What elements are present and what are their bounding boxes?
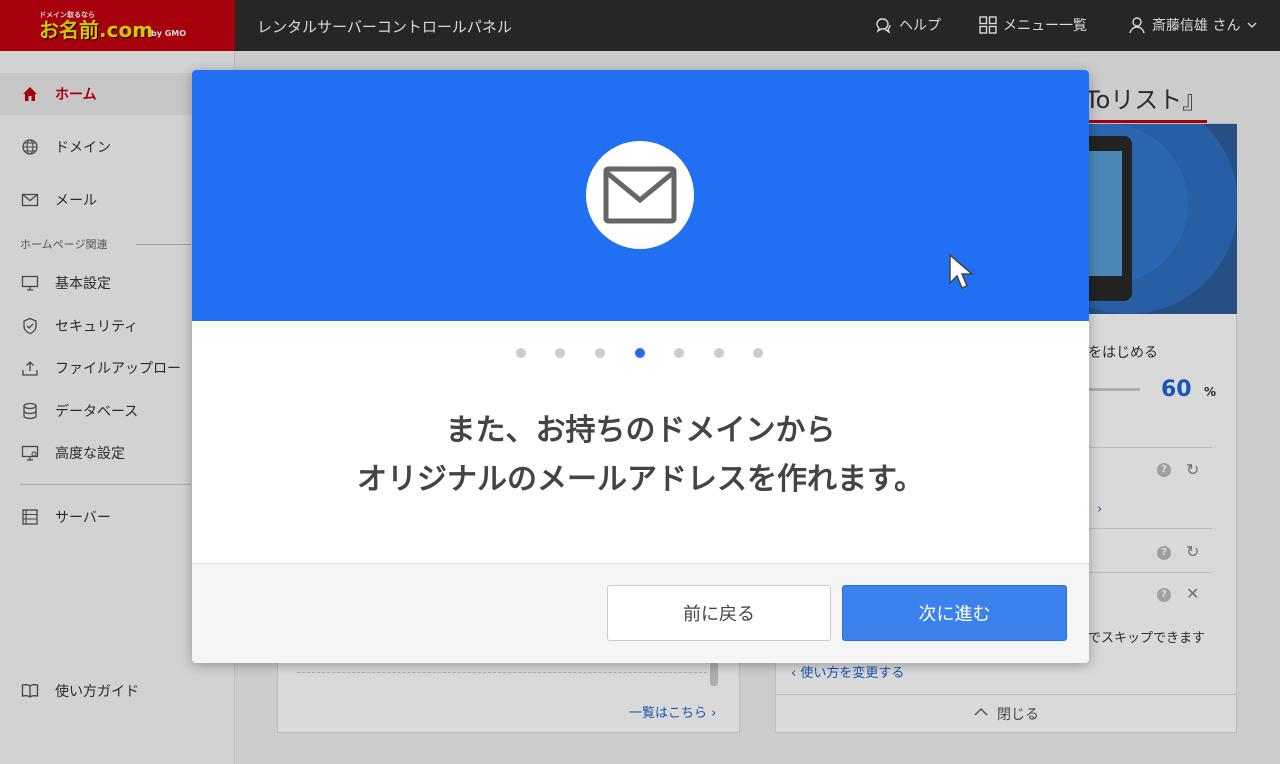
grid-icon (979, 16, 997, 34)
change-usage-link[interactable]: ‹ 使い方を変更する (791, 662, 904, 681)
sidebar-item-label: メール (55, 193, 97, 209)
sidebar-item-label: ドメイン (55, 140, 111, 156)
close-label: 閉じる (997, 707, 1039, 723)
undo-icon[interactable]: ↻ (1186, 542, 1199, 561)
todo-title: Toリスト』 (1085, 86, 1207, 114)
chat-icon (875, 16, 893, 34)
divider (20, 484, 191, 485)
scrollbar[interactable] (710, 662, 718, 686)
shield-icon (20, 316, 40, 336)
help-icon[interactable]: ? (1157, 588, 1171, 602)
step-dot[interactable] (753, 348, 763, 358)
user-menu[interactable]: 斎藤信雄 さん (1128, 15, 1258, 35)
help-link[interactable]: ヘルプ (875, 15, 941, 35)
sidebar-group-label: ホームページ関連 (20, 238, 108, 251)
server-icon (20, 507, 40, 527)
step-dot[interactable] (595, 348, 605, 358)
modal-message: また、お持ちのドメインから オリジナルのメールアドレスを作れます。 (192, 406, 1089, 504)
mail-icon (586, 141, 694, 249)
monitor-icon (20, 273, 40, 293)
sidebar-item-label: サーバー (55, 510, 111, 526)
close-icon[interactable]: ✕ (1186, 584, 1199, 603)
monitor-gear-icon (20, 443, 40, 463)
step-dot-active[interactable] (635, 348, 645, 358)
progress-unit: % (1204, 385, 1217, 399)
logo-brand: お名前.com (39, 18, 154, 42)
user-name: 斎藤信雄 さん (1152, 18, 1241, 34)
sidebar-item-label: データベース (55, 404, 139, 420)
divider (1088, 528, 1212, 529)
sidebar-item-label: ファイルアップロー (55, 361, 181, 377)
message-line-2: オリジナルのメールアドレスを作れます。 (357, 462, 924, 497)
database-icon (20, 401, 40, 421)
step-dot[interactable] (555, 348, 565, 358)
todo-start-text: をはじめる (1088, 345, 1158, 361)
progress-value: 60 (1161, 377, 1192, 402)
view-all-link[interactable]: 一覧はこちら › (629, 702, 716, 721)
divider (1088, 447, 1212, 448)
upload-icon (20, 358, 40, 378)
back-button[interactable]: 前に戻る (607, 585, 831, 641)
help-label: ヘルプ (899, 18, 941, 34)
step-dot[interactable] (674, 348, 684, 358)
skip-text: でスキップできます (1088, 631, 1206, 646)
progress-bar (1088, 388, 1140, 391)
book-icon (20, 681, 40, 701)
sidebar-item-label: 使い方ガイド (55, 684, 139, 700)
logo-suffix: by GMO (151, 29, 187, 38)
divider (297, 672, 707, 673)
mail-icon (20, 190, 40, 210)
sidebar-item-guide[interactable]: 使い方ガイド (20, 681, 139, 701)
divider (136, 244, 191, 245)
message-line-1: また、お持ちのドメインから (445, 413, 836, 448)
menu-list-link[interactable]: メニュー一覧 (979, 15, 1087, 35)
help-icon[interactable]: ? (1157, 463, 1171, 477)
app-title: レンタルサーバーコントロールパネル (257, 18, 512, 36)
home-icon (20, 84, 40, 104)
modal-footer: 前に戻る 次に進む (192, 563, 1089, 663)
sidebar-item-label: 基本設定 (55, 276, 111, 292)
help-icon[interactable]: ? (1157, 546, 1171, 560)
top-bar: ドメイン取るなら お名前.com by GMO レンタルサーバーコントロールパネ… (0, 0, 1280, 51)
todo-link[interactable]: › (1097, 502, 1102, 517)
logo-box: ドメイン取るなら お名前.com by GMO (35, 9, 195, 43)
cursor-icon (948, 253, 978, 295)
tutorial-modal: また、お持ちのドメインから オリジナルのメールアドレスを作れます。 前に戻る 次… (192, 70, 1089, 663)
brand-logo[interactable]: ドメイン取るなら お名前.com by GMO (0, 0, 235, 51)
step-dot[interactable] (714, 348, 724, 358)
next-button[interactable]: 次に進む (842, 585, 1067, 641)
user-icon (1128, 16, 1146, 34)
step-dot[interactable] (516, 348, 526, 358)
modal-hero (192, 70, 1089, 321)
divider (1088, 572, 1212, 573)
sidebar-item-label: 高度な設定 (55, 446, 125, 462)
close-button[interactable]: 閉じる (776, 694, 1236, 733)
globe-icon (20, 137, 40, 157)
sidebar-item-label: セキュリティ (55, 319, 139, 335)
menu-list-label: メニュー一覧 (1003, 18, 1087, 34)
chevron-up-icon (973, 706, 989, 722)
sidebar-item-label: ホーム (55, 87, 97, 103)
undo-icon[interactable]: ↻ (1186, 460, 1199, 479)
step-indicator (192, 348, 1089, 360)
chevron-down-icon (1246, 19, 1258, 31)
